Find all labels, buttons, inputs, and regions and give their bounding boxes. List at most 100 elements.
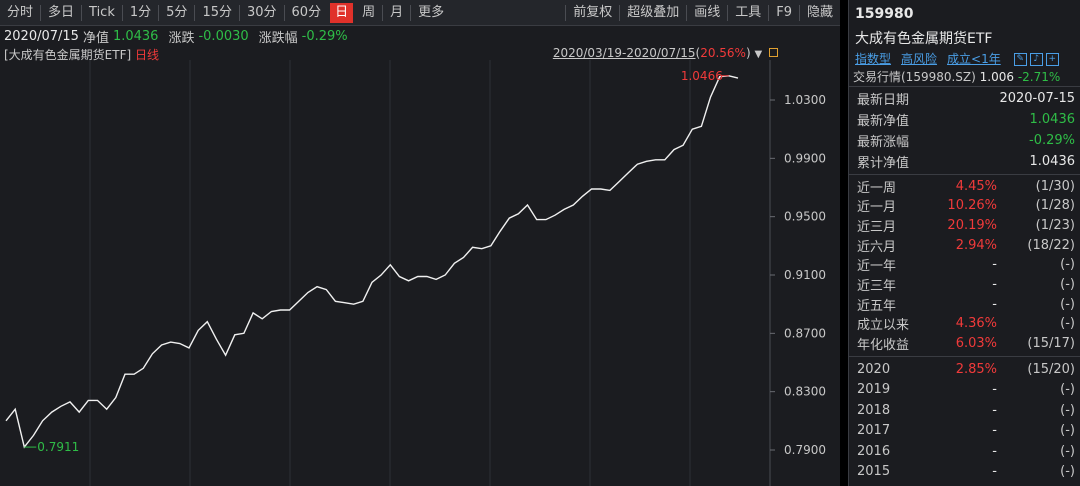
tool-button-3[interactable]: 工具: [728, 0, 768, 26]
row-label: 近三年: [857, 279, 897, 294]
period-tab-3[interactable]: 1分: [123, 0, 158, 26]
year-row: 2020 2.85% (15/20): [857, 359, 1075, 379]
tool-button-2[interactable]: 画线: [687, 0, 727, 26]
row-rank: (-): [1060, 443, 1075, 459]
period-tab-11[interactable]: 更多: [411, 0, 451, 26]
row-label: 近一月: [857, 200, 897, 216]
period-tab-9[interactable]: 周: [355, 0, 382, 26]
change-pct-label: 涨跌幅: [258, 30, 298, 46]
row-value: -0.29%: [1029, 132, 1075, 148]
row-value: 10.26%: [947, 198, 997, 214]
row-rank: (-): [1060, 382, 1075, 397]
tool-button-4[interactable]: F9: [769, 0, 799, 26]
year-row: 2019 - (-): [857, 380, 1075, 400]
row-rank: (-): [1060, 464, 1075, 479]
period-tab-10[interactable]: 月: [383, 0, 410, 26]
row-rank: (-): [1060, 296, 1075, 312]
row-rank: (1/30): [1035, 178, 1075, 194]
period-tab-5[interactable]: 15分: [195, 0, 239, 26]
year-row: 2015 - (-): [857, 462, 1075, 482]
row-label: 近三月: [857, 219, 897, 235]
nav-value: 1.0436: [112, 28, 159, 44]
quote-pct: -2.71%: [1017, 70, 1061, 84]
fund-tag-2[interactable]: 成立<1年: [947, 50, 1001, 67]
plus-icon[interactable]: +: [1045, 53, 1059, 66]
basic-row: 最新日期 2020-07-15: [857, 88, 1075, 108]
period-tab-0[interactable]: 分时: [0, 0, 40, 26]
performance-row: 近一周 4.45% (1/30): [857, 176, 1075, 196]
row-value: -: [992, 382, 997, 397]
year-row: 2017 - (-): [857, 421, 1075, 441]
range-pct: 20.56%: [700, 46, 746, 60]
row-value: 2.94%: [955, 237, 997, 253]
row-value: 4.45%: [955, 178, 997, 194]
row-value: -: [992, 402, 997, 418]
change-pct-value: -0.29%: [301, 28, 348, 44]
nav-series-line: [5, 75, 739, 449]
row-value: 6.03%: [955, 336, 997, 352]
y-tick-label: 0.7900: [784, 443, 826, 457]
row-value: -: [992, 257, 997, 273]
year-row: 2016 - (-): [857, 441, 1075, 461]
tool-button-0[interactable]: 前复权: [566, 0, 619, 26]
row-label: 近一周: [857, 180, 897, 196]
row-label: 最新涨幅: [857, 134, 910, 150]
row-value: -: [992, 464, 997, 479]
row-rank: (-): [1060, 423, 1075, 438]
change-value: -0.0030: [198, 28, 249, 44]
change-label: 涨跌: [168, 30, 195, 46]
row-label: 2019: [857, 382, 891, 397]
section-divider: [849, 174, 1080, 175]
edit-icon[interactable]: ✎: [1013, 53, 1027, 66]
performance-row: 近一年 - (-): [857, 255, 1075, 275]
row-rank: (18/22): [1027, 237, 1075, 253]
period-tab-4[interactable]: 5分: [159, 0, 194, 26]
year-row: 2018 - (-): [857, 400, 1075, 420]
row-value: 2.85%: [955, 361, 997, 377]
trade-quote[interactable]: 交易行情(159980.SZ) 1.006 -2.71%: [853, 68, 1060, 85]
basic-row: 最新净值 1.0436: [857, 109, 1075, 129]
range-display[interactable]: 2020/03/19-2020/07/15(20.56%) ▼: [553, 46, 778, 60]
row-label: 最新日期: [857, 92, 910, 108]
dropdown-triangle-icon[interactable]: ▼: [754, 49, 762, 60]
row-label: 近六月: [857, 239, 897, 255]
fund-code: 159980: [855, 6, 914, 22]
row-label: 累计净值: [857, 155, 910, 171]
period-tab-6[interactable]: 30分: [240, 0, 284, 26]
row-rank: (-): [1060, 277, 1075, 292]
row-rank: (-): [1060, 257, 1075, 273]
row-value: 1.0436: [1029, 111, 1076, 127]
performance-row: 近三月 20.19% (1/23): [857, 215, 1075, 235]
period-tab-8[interactable]: 日: [330, 2, 354, 23]
performance-row: 近六月 2.94% (18/22): [857, 235, 1075, 255]
row-rank: (-): [1060, 316, 1075, 332]
fund-tags: 指数型 高风险 成立<1年 ✎ ♪ +: [855, 50, 1059, 67]
period-tab-2[interactable]: Tick: [82, 0, 122, 26]
row-value: -: [992, 277, 997, 292]
row-rank: (-): [1060, 402, 1075, 418]
performance-row: 近五年 - (-): [857, 294, 1075, 314]
row-rank: (15/17): [1027, 336, 1075, 352]
tool-button-1[interactable]: 超级叠加: [620, 0, 686, 26]
row-label: 最新净值: [857, 113, 910, 129]
fund-info-panel: 159980 大成有色金属期货ETF 指数型 高风险 成立<1年 ✎ ♪ + 交易行情(1…: [848, 0, 1080, 486]
fund-tag-0[interactable]: 指数型: [855, 50, 891, 67]
basic-row: 累计净值 1.0436: [857, 151, 1075, 171]
period-tab-1[interactable]: 多日: [41, 0, 81, 26]
row-label: 年化收益: [857, 338, 910, 354]
range-dates: 2020/03/19-2020/07/15: [552, 46, 696, 60]
nav-line-chart: 1.0300 0.9900 0.9500 0.9100 0.8700 0.8300 0.79…: [5, 60, 826, 486]
performance-row: 年化收益 6.03% (15/17): [857, 334, 1075, 354]
tool-button-5[interactable]: 隐藏: [800, 0, 840, 26]
lock-icon[interactable]: [769, 48, 778, 57]
fund-tag-1[interactable]: 高风险: [901, 50, 937, 67]
bell-icon[interactable]: ♪: [1029, 53, 1043, 66]
y-tick-label: 0.8700: [784, 326, 826, 340]
row-value: -: [992, 443, 997, 459]
quote-price: 1.006: [979, 70, 1015, 84]
row-rank: (15/20): [1027, 361, 1075, 377]
y-tick-label: 0.9500: [784, 210, 826, 224]
period-tab-7[interactable]: 60分: [285, 0, 329, 26]
row-value: 1.0436: [1029, 153, 1076, 169]
row-value: 4.36%: [955, 316, 997, 332]
